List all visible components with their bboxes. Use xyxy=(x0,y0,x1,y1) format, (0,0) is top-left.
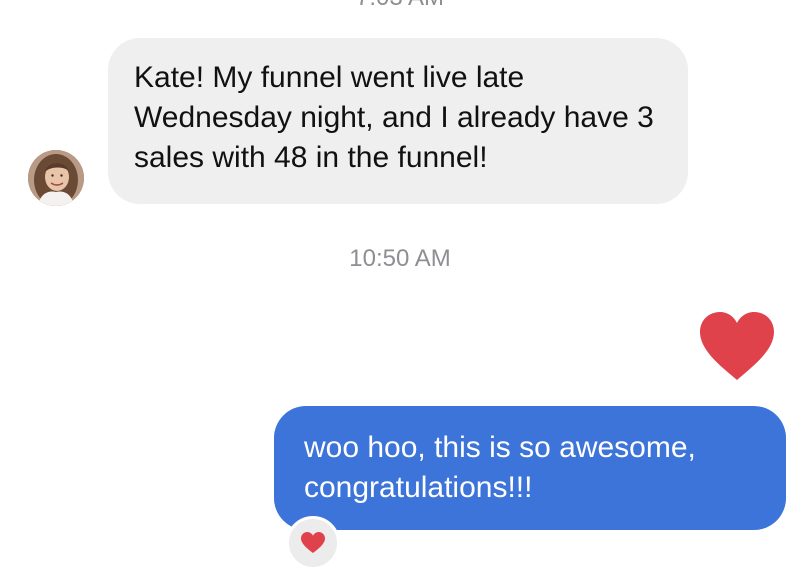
heart-icon[interactable] xyxy=(696,308,778,382)
top-timestamp: 7:03 AM xyxy=(0,0,800,12)
avatar-photo xyxy=(28,150,84,206)
incoming-message-text: Kate! My funnel went live late Wednesday… xyxy=(134,61,654,174)
message-timestamp: 10:50 AM xyxy=(349,245,451,272)
message-reaction-badge[interactable] xyxy=(286,516,340,570)
outgoing-message-bubble[interactable]: woo hoo, this is so awesome, congratulat… xyxy=(274,406,786,530)
avatar[interactable] xyxy=(28,150,84,206)
heart-icon xyxy=(301,532,325,553)
incoming-message-bubble[interactable]: Kate! My funnel went live late Wednesday… xyxy=(108,38,688,204)
outgoing-message-text: woo hoo, this is so awesome, congratulat… xyxy=(304,431,696,504)
